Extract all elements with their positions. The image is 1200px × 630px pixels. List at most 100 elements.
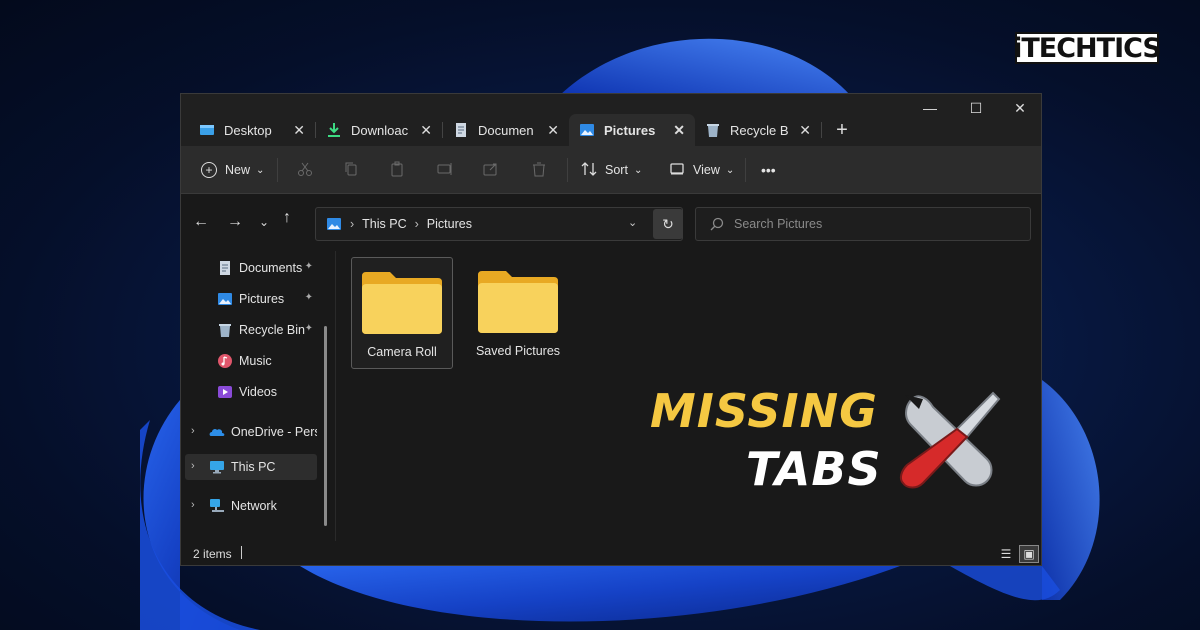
- tab-desktop[interactable]: Desktop ✕: [189, 114, 315, 146]
- breadcrumb-this-pc[interactable]: This PC: [362, 217, 406, 231]
- tab-label: Desktop: [224, 122, 272, 138]
- toolbar-divider: [745, 158, 746, 182]
- tab-pictures[interactable]: Pictures ✕: [569, 114, 695, 146]
- view-button[interactable]: View ⌄: [669, 158, 734, 182]
- tab-label: Pictures: [604, 122, 656, 138]
- folder-name: Saved Pictures: [475, 344, 561, 358]
- document-icon: [453, 122, 469, 138]
- sidebar-item-label: Pictures: [239, 292, 285, 306]
- chevron-down-icon: ⌄: [256, 164, 265, 176]
- pin-icon: ✦: [304, 323, 313, 334]
- view-icon: [669, 161, 685, 180]
- sort-label: Sort: [605, 163, 628, 177]
- new-button[interactable]: + New ⌄: [201, 158, 264, 182]
- headline-line-1: MISSING: [650, 384, 878, 438]
- close-tab-icon[interactable]: ✕: [547, 122, 559, 139]
- pane-divider: [335, 251, 336, 541]
- sidebar-item-onedrive[interactable]: › OneDrive - Perso: [185, 419, 317, 445]
- wrench-screwdriver-icon: [895, 385, 1005, 495]
- breadcrumb-separator: ›: [414, 217, 419, 231]
- download-icon: [326, 122, 342, 138]
- tab-documents[interactable]: Documen ✕: [443, 114, 569, 146]
- address-dropdown-icon[interactable]: ⌄: [628, 216, 637, 229]
- recycle-bin-icon: [705, 122, 721, 138]
- minimize-button[interactable]: —: [907, 94, 953, 122]
- title-bar: — ☐ ✕ Desktop ✕ Downloac ✕ Documen ✕ Pic…: [181, 94, 1041, 146]
- close-tab-icon[interactable]: ✕: [799, 122, 811, 139]
- large-icons-view-button[interactable]: ▣: [1019, 545, 1039, 563]
- new-tab-button[interactable]: +: [822, 114, 862, 146]
- recent-locations-button[interactable]: ⌄: [259, 215, 269, 229]
- folder-saved-pictures[interactable]: Saved Pictures: [467, 257, 569, 369]
- pin-icon: ✦: [304, 292, 313, 303]
- tab-recycle-bin[interactable]: Recycle Bi ✕: [695, 114, 821, 146]
- chevron-right-icon[interactable]: ›: [191, 460, 195, 472]
- refresh-button[interactable]: ↻: [653, 209, 683, 239]
- sidebar-item-network[interactable]: › Network: [185, 493, 317, 519]
- address-bar[interactable]: › This PC › Pictures ⌄: [315, 207, 683, 241]
- desktop-icon: [199, 122, 215, 138]
- sort-icon: [581, 161, 597, 180]
- sidebar-item-documents[interactable]: Documents ✦: [185, 255, 317, 281]
- this-pc-icon: [209, 459, 225, 475]
- sidebar-item-label: Recycle Bin: [239, 323, 305, 337]
- close-tab-icon[interactable]: ✕: [673, 122, 685, 139]
- folder-icon: [360, 268, 444, 339]
- share-button[interactable]: [483, 158, 499, 182]
- toolbar-divider: [567, 158, 568, 182]
- tiles-view-icon: ▣: [1023, 547, 1035, 561]
- tab-label: Recycle Bi: [730, 122, 788, 138]
- plus-circle-icon: +: [201, 162, 217, 178]
- sidebar-item-label: This PC: [231, 460, 276, 474]
- details-view-button[interactable]: ☰: [996, 545, 1016, 563]
- sidebar-item-recycle-bin[interactable]: Recycle Bin ✦: [185, 317, 317, 343]
- navigation-bar: ← → ⌄ ↑ › This PC › Pictures ⌄ ↻ Search …: [181, 195, 1041, 251]
- paste-icon: [389, 161, 405, 180]
- close-window-button[interactable]: ✕: [997, 94, 1041, 122]
- forward-button[interactable]: →: [227, 213, 243, 231]
- folder-name: Camera Roll: [367, 345, 437, 359]
- more-options-button[interactable]: •••: [761, 158, 776, 182]
- paste-button[interactable]: [389, 158, 405, 182]
- sort-button[interactable]: Sort ⌄: [581, 158, 642, 182]
- document-icon: [217, 260, 233, 276]
- close-tab-icon[interactable]: ✕: [420, 122, 432, 139]
- back-button[interactable]: ←: [193, 213, 209, 231]
- pictures-icon: [217, 291, 233, 307]
- toolbar-divider: [277, 158, 278, 182]
- copy-icon: [343, 161, 359, 180]
- music-icon: [217, 353, 233, 369]
- sidebar-item-videos[interactable]: Videos: [185, 379, 317, 405]
- chevron-down-icon: ⌄: [725, 164, 735, 176]
- network-icon: [209, 498, 225, 514]
- trash-icon: [531, 161, 547, 180]
- maximize-button[interactable]: ☐: [953, 94, 999, 122]
- onedrive-icon: [209, 424, 225, 440]
- tab-downloads[interactable]: Downloac ✕: [316, 114, 442, 146]
- rename-icon: [437, 161, 453, 180]
- search-icon: [710, 217, 724, 231]
- sidebar-item-this-pc[interactable]: › This PC: [185, 454, 317, 480]
- view-label: View: [693, 163, 720, 177]
- search-box[interactable]: Search Pictures: [695, 207, 1031, 241]
- file-explorer-window: — ☐ ✕ Desktop ✕ Downloac ✕ Documen ✕ Pic…: [180, 93, 1042, 566]
- chevron-right-icon[interactable]: ›: [191, 499, 195, 511]
- delete-button[interactable]: [531, 158, 547, 182]
- cut-button[interactable]: [297, 158, 313, 182]
- chevron-right-icon[interactable]: ›: [191, 425, 195, 437]
- breadcrumb-separator: ›: [350, 217, 355, 231]
- sidebar-item-music[interactable]: Music: [185, 348, 317, 374]
- navigation-pane: Documents ✦ Pictures ✦ Recycle Bin ✦ Mus…: [181, 251, 333, 541]
- close-tab-icon[interactable]: ✕: [293, 122, 305, 139]
- sidebar-item-pictures[interactable]: Pictures ✦: [185, 286, 317, 312]
- status-divider: [241, 546, 242, 559]
- new-label: New: [225, 163, 251, 177]
- search-placeholder: Search Pictures: [734, 217, 823, 231]
- sidebar-scrollbar[interactable]: [324, 326, 327, 526]
- up-button[interactable]: ↑: [283, 209, 291, 227]
- copy-button[interactable]: [343, 158, 359, 182]
- chevron-down-icon: ⌄: [633, 164, 643, 176]
- breadcrumb-pictures[interactable]: Pictures: [427, 217, 472, 231]
- rename-button[interactable]: [437, 158, 453, 182]
- folder-camera-roll[interactable]: Camera Roll: [351, 257, 453, 369]
